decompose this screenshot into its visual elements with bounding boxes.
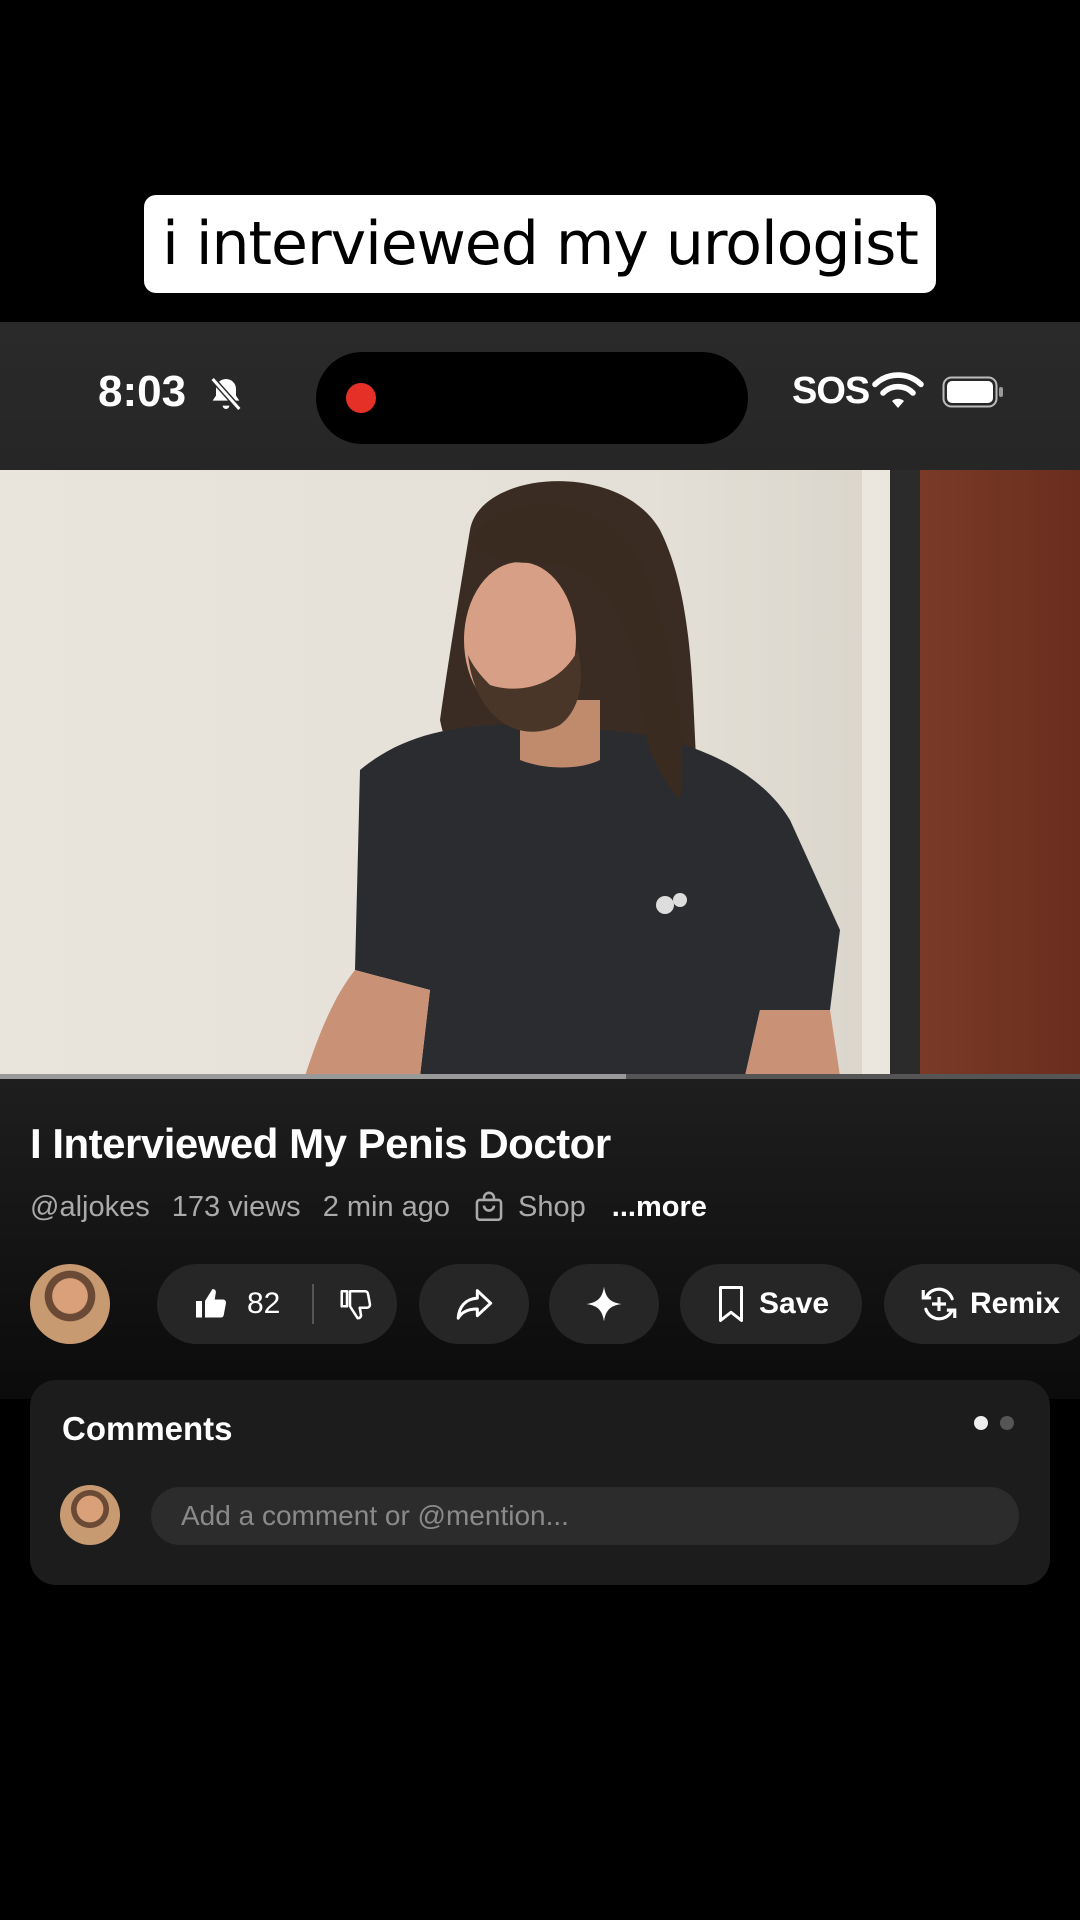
upload-time: 2 min ago bbox=[322, 1190, 451, 1223]
wifi-icon bbox=[872, 372, 924, 408]
dynamic-island bbox=[316, 352, 748, 444]
ask-ai-button[interactable] bbox=[549, 1264, 659, 1344]
video-person bbox=[305, 481, 840, 1076]
channel-avatar[interactable] bbox=[30, 1264, 110, 1344]
bell-slash-icon bbox=[210, 377, 242, 411]
shop-link[interactable]: Shop bbox=[518, 1191, 586, 1224]
save-label: Save bbox=[758, 1287, 830, 1320]
comment-input[interactable] bbox=[151, 1487, 1019, 1545]
comments-heading: Comments bbox=[62, 1410, 233, 1447]
page-indicator-dot bbox=[1000, 1416, 1014, 1430]
like-dislike-group: 82 bbox=[157, 1264, 397, 1344]
video-title[interactable]: I Interviewed My Penis Doctor bbox=[30, 1120, 611, 1168]
view-count: 173 views bbox=[171, 1190, 301, 1223]
share-arrow-icon bbox=[456, 1289, 493, 1320]
more-link[interactable]: ...more bbox=[612, 1191, 707, 1224]
shopping-bag-icon[interactable] bbox=[472, 1190, 506, 1224]
page-indicator-dot-active bbox=[974, 1416, 988, 1430]
carrier-label: SOS bbox=[792, 370, 870, 412]
comments-card[interactable]: Comments bbox=[30, 1380, 1050, 1585]
channel-handle[interactable]: @aljokes bbox=[30, 1191, 150, 1224]
recording-dot-icon bbox=[346, 383, 376, 413]
remix-label: Remix bbox=[969, 1287, 1061, 1320]
status-time: 8:03 bbox=[98, 367, 187, 416]
status-bar: 8:03 SOS bbox=[0, 322, 1080, 470]
video-meta-row: @aljokes 173 views 2 min ago Shop ...mor… bbox=[30, 1190, 729, 1224]
like-count: 82 bbox=[247, 1287, 281, 1320]
user-avatar bbox=[60, 1485, 120, 1545]
remix-button[interactable]: Remix bbox=[884, 1264, 1080, 1344]
like-button[interactable]: 82 bbox=[157, 1286, 312, 1322]
caption-banner: i interviewed my urologist bbox=[144, 195, 936, 293]
bookmark-icon bbox=[718, 1286, 743, 1322]
remix-icon bbox=[921, 1287, 957, 1321]
save-button[interactable]: Save bbox=[680, 1264, 862, 1344]
caption-text: i interviewed my urologist bbox=[162, 209, 919, 279]
video-player[interactable] bbox=[0, 470, 1080, 1076]
sparkle-icon bbox=[586, 1286, 622, 1322]
battery-icon bbox=[942, 376, 1003, 408]
dislike-button[interactable] bbox=[314, 1286, 397, 1322]
thumbs-down-icon bbox=[340, 1289, 371, 1320]
thumbs-up-icon bbox=[196, 1289, 227, 1318]
share-button[interactable] bbox=[419, 1264, 529, 1344]
